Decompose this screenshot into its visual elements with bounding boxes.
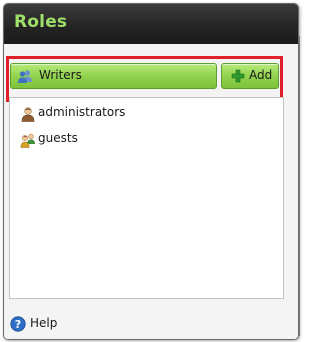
panel-title: Roles	[14, 12, 68, 32]
group-icon	[20, 133, 35, 148]
role-selector[interactable]: Writers	[10, 63, 217, 89]
plus-icon	[231, 69, 245, 83]
users-icon	[18, 70, 32, 83]
admin-user-icon	[21, 107, 35, 122]
list-item-label: administrators	[38, 105, 126, 119]
help-label: Help	[30, 316, 58, 330]
roles-list: administrators guests	[9, 97, 284, 299]
help-icon: ?	[10, 316, 26, 332]
add-button-label: Add	[249, 68, 273, 82]
list-item-label: guests	[38, 131, 78, 145]
svg-text:?: ?	[15, 318, 21, 331]
title-bar: Roles	[4, 4, 298, 44]
role-selector-label: Writers	[39, 68, 82, 82]
add-button[interactable]: Add	[221, 63, 279, 89]
